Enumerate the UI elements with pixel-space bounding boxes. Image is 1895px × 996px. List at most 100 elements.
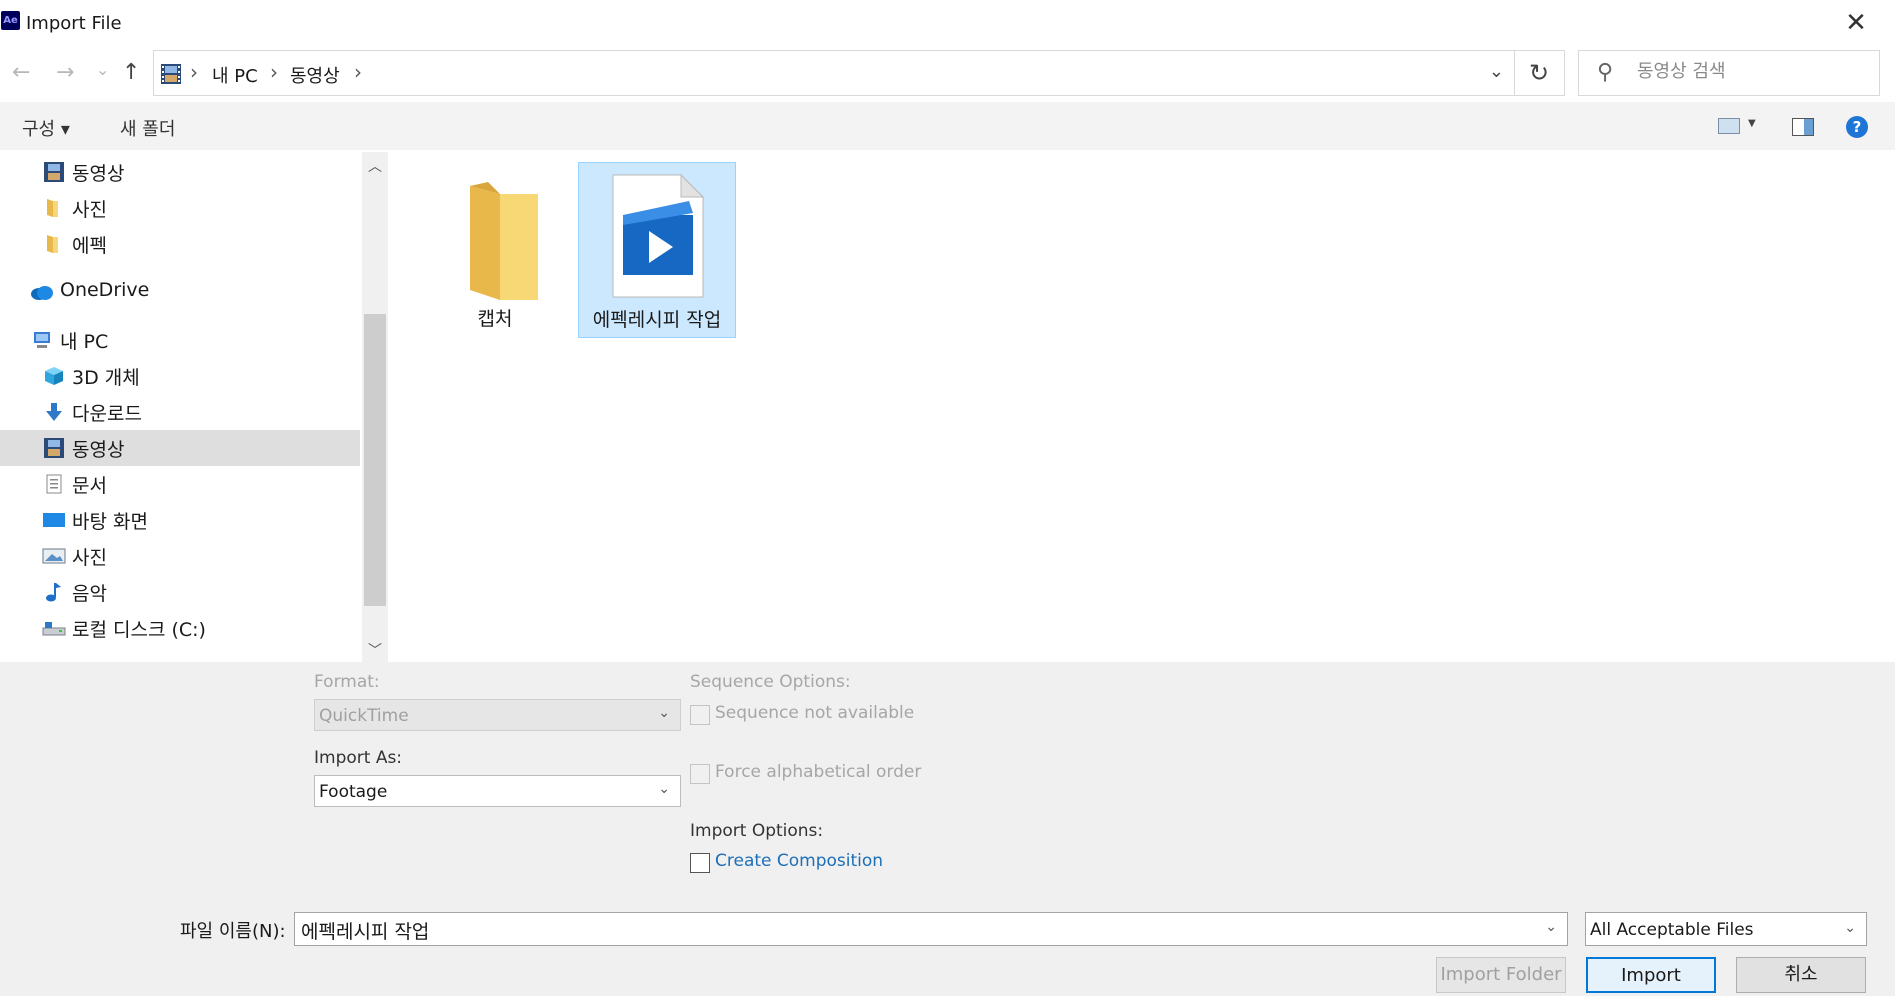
scroll-up-icon[interactable]: ︿ <box>368 156 382 176</box>
nav-item-pictures[interactable]: 사진 <box>0 538 360 574</box>
format-label: Format: <box>314 672 380 692</box>
film-icon <box>44 438 64 458</box>
nav-label: 문서 <box>72 475 107 497</box>
breadcrumb-videos[interactable]: 동영상 <box>290 62 340 88</box>
chevron-down-icon[interactable]: ⌄ <box>1545 919 1557 935</box>
organize-button[interactable]: 구성 ▾ <box>22 115 70 141</box>
search-box[interactable]: ⚲ <box>1578 50 1880 96</box>
filename-input[interactable]: 에펙레시피 작업 ⌄ <box>294 912 1568 946</box>
address-row: ← → ⌄ ↑ › 내 PC › 동영상 › ⌄ ↻ ⚲ <box>0 48 1895 98</box>
scroll-thumb[interactable] <box>364 314 386 606</box>
nav-scrollbar[interactable]: ︿ ﹀ <box>362 152 388 662</box>
download-icon <box>46 403 62 421</box>
computer-icon <box>34 332 50 348</box>
breadcrumb-this-pc[interactable]: 내 PC <box>212 62 258 88</box>
cube-icon <box>45 367 63 385</box>
title-bar: Ae Import File ✕ <box>0 0 1895 48</box>
help-icon[interactable]: ? <box>1846 116 1868 138</box>
import-button[interactable]: Import <box>1586 957 1716 993</box>
nav-item-downloads[interactable]: 다운로드 <box>0 394 360 430</box>
cancel-button[interactable]: 취소 <box>1736 957 1866 993</box>
forward-arrow-icon[interactable]: → <box>56 60 74 85</box>
view-options-icon[interactable] <box>1718 118 1740 134</box>
files-pane: 캡처 에펙레시피 작업 <box>390 152 1895 662</box>
cloud-icon <box>31 286 53 300</box>
create-composition-label[interactable]: Create Composition <box>715 851 883 871</box>
drive-icon <box>42 622 66 636</box>
after-effects-logo-icon: Ae <box>1 11 20 30</box>
close-icon[interactable]: ✕ <box>1841 8 1871 38</box>
nav-label: 로컬 디스크 (C:) <box>72 619 206 641</box>
nav-label: 사진 <box>72 199 107 221</box>
filename-label: 파일 이름(N): <box>180 921 286 942</box>
nav-item-this-pc[interactable]: 내 PC <box>0 322 360 358</box>
nav-item-desktop[interactable]: 바탕 화면 <box>0 502 360 538</box>
nav-item-pictures-folder[interactable]: 사진 <box>0 190 360 226</box>
search-input[interactable] <box>1637 61 1867 82</box>
film-icon <box>161 64 181 84</box>
nav-label: 다운로드 <box>72 403 142 425</box>
address-bar[interactable]: › 내 PC › 동영상 › ⌄ <box>153 50 1515 96</box>
folder-icon <box>47 235 58 253</box>
sequence-options-label: Sequence Options: <box>690 672 851 692</box>
import-as-label: Import As: <box>314 748 403 768</box>
chevron-down-icon: ⌄ <box>658 781 670 797</box>
refresh-icon[interactable]: ↻ <box>1514 50 1565 96</box>
preview-pane-icon[interactable] <box>1792 118 1814 136</box>
file-label: 캡처 <box>477 308 513 330</box>
nav-label: OneDrive <box>60 279 150 301</box>
nav-item-documents[interactable]: 문서 <box>0 466 360 502</box>
nav-item-music[interactable]: 음악 <box>0 574 360 610</box>
nav-label: 동영상 <box>72 163 125 185</box>
breadcrumb-separator[interactable]: › <box>270 60 278 84</box>
nav-item-local-disk[interactable]: 로컬 디스크 (C:) <box>0 610 360 646</box>
nav-item-videos[interactable]: 동영상 <box>0 430 360 466</box>
nav-label: 동영상 <box>72 439 125 461</box>
nav-item-aefx-folder[interactable]: 에펙 <box>0 226 360 262</box>
sequence-checkbox-label: Sequence not available <box>715 703 915 723</box>
nav-item-onedrive[interactable]: OneDrive <box>0 274 360 310</box>
desktop-icon <box>43 513 65 527</box>
new-folder-button[interactable]: 새 폴더 <box>120 115 175 141</box>
format-value: QuickTime <box>319 706 409 726</box>
nav-item-3d-objects[interactable]: 3D 개체 <box>0 358 360 394</box>
toolbar: 구성 ▾ 새 폴더 ▼ ? <box>0 102 1895 150</box>
music-icon <box>46 583 61 602</box>
recent-locations-icon[interactable]: ⌄ <box>96 60 109 79</box>
back-arrow-icon[interactable]: ← <box>12 60 30 85</box>
import-options-label: Import Options: <box>690 821 824 841</box>
folder-icon <box>470 182 538 300</box>
create-composition-checkbox[interactable] <box>690 853 710 873</box>
nav-label: 사진 <box>72 547 107 569</box>
file-type-filter-select[interactable]: All Acceptable Files ⌄ <box>1585 912 1867 946</box>
format-select: QuickTime ⌄ <box>314 699 681 731</box>
file-label: 에펙레시피 작업 <box>592 309 722 331</box>
document-icon <box>46 474 62 494</box>
file-type-filter-value: All Acceptable Files <box>1590 920 1754 940</box>
breadcrumb-separator[interactable]: › <box>190 60 198 84</box>
breadcrumb-separator[interactable]: › <box>354 60 362 84</box>
force-alphabetical-label: Force alphabetical order <box>715 762 922 782</box>
chevron-down-icon[interactable]: ▼ <box>1748 118 1756 129</box>
nav-label: 바탕 화면 <box>72 511 148 533</box>
film-icon <box>44 162 64 182</box>
chevron-down-icon: ⌄ <box>658 705 670 721</box>
search-icon: ⚲ <box>1597 60 1614 85</box>
sequence-checkbox <box>690 705 710 725</box>
import-as-select[interactable]: Footage ⌄ <box>314 775 681 807</box>
import-options-area: Format: QuickTime ⌄ Import As: Footage ⌄… <box>0 662 1895 996</box>
file-item-aefx-recipe[interactable]: 에펙레시피 작업 <box>578 162 736 338</box>
filename-value: 에펙레시피 작업 <box>301 921 430 943</box>
folder-icon <box>47 199 58 217</box>
chevron-down-icon[interactable]: ⌄ <box>1489 61 1504 82</box>
nav-item-videos-quick[interactable]: 동영상 <box>0 154 360 190</box>
up-arrow-icon[interactable]: ↑ <box>122 60 140 85</box>
video-file-icon <box>612 173 705 298</box>
window-title: Import File <box>26 13 122 34</box>
import-as-value: Footage <box>319 782 388 802</box>
nav-label: 음악 <box>72 583 107 605</box>
navigation-pane: 동영상 사진 에펙 OneDrive 내 PC 3D 개체 다운로드 동영상 문… <box>0 152 388 662</box>
file-item-capture-folder[interactable]: 캡처 <box>416 162 574 338</box>
nav-label: 내 PC <box>60 331 109 353</box>
scroll-down-icon[interactable]: ﹀ <box>368 640 382 660</box>
